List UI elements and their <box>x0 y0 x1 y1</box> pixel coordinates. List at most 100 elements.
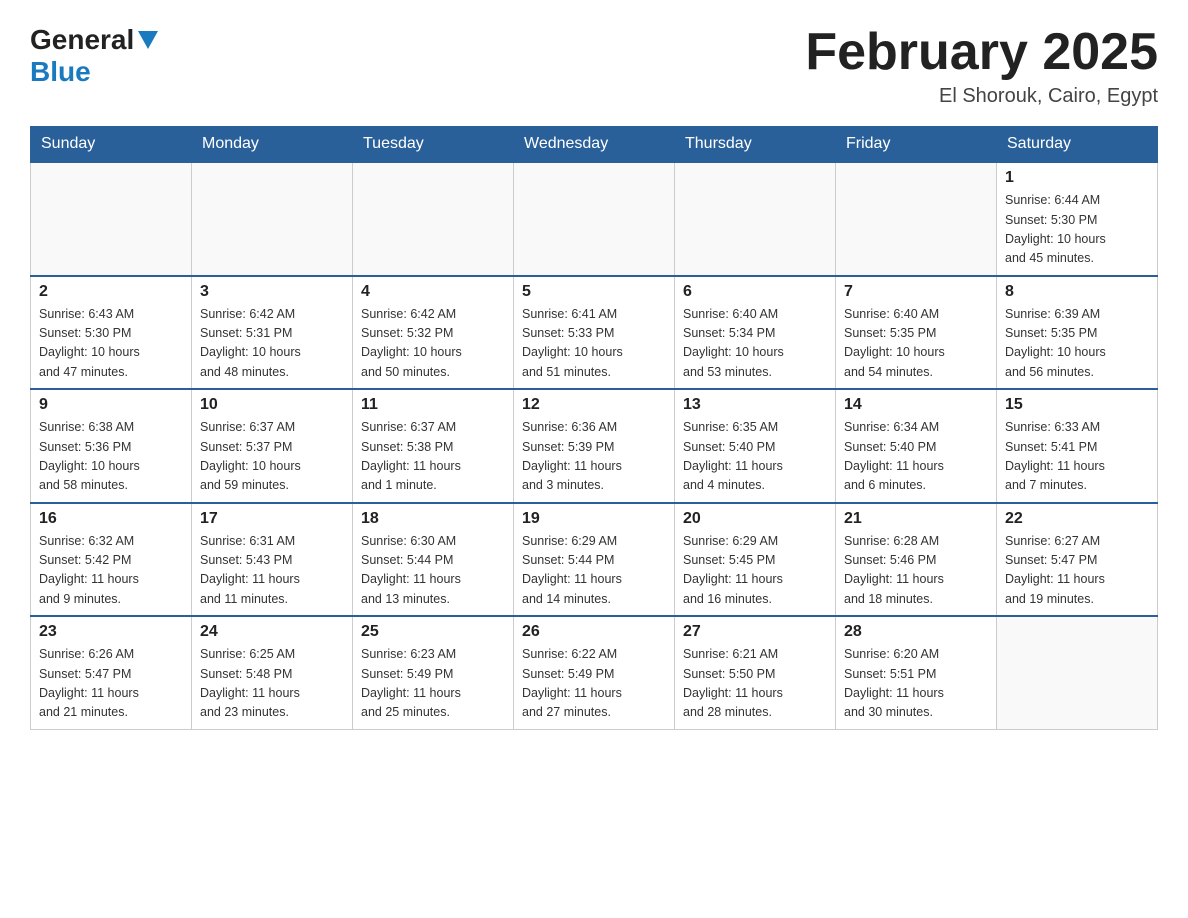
weekday-header-thursday: Thursday <box>675 127 836 163</box>
day-info: Sunrise: 6:35 AM Sunset: 5:40 PM Dayligh… <box>683 418 827 496</box>
calendar-cell <box>675 162 836 276</box>
day-info: Sunrise: 6:39 AM Sunset: 5:35 PM Dayligh… <box>1005 305 1149 383</box>
day-info: Sunrise: 6:40 AM Sunset: 5:34 PM Dayligh… <box>683 305 827 383</box>
calendar-cell: 21 Sunrise: 6:28 AM Sunset: 5:46 PM Dayli… <box>836 503 997 617</box>
calendar-table: SundayMondayTuesdayWednesdayThursdayFrid… <box>30 126 1158 730</box>
calendar-cell <box>192 162 353 276</box>
day-info: Sunrise: 6:32 AM Sunset: 5:42 PM Dayligh… <box>39 532 183 610</box>
calendar-cell: 19 Sunrise: 6:29 AM Sunset: 5:44 PM Dayli… <box>514 503 675 617</box>
calendar-cell: 17 Sunrise: 6:31 AM Sunset: 5:43 PM Dayli… <box>192 503 353 617</box>
weekday-header-wednesday: Wednesday <box>514 127 675 163</box>
day-number: 15 <box>1005 396 1149 414</box>
day-info: Sunrise: 6:34 AM Sunset: 5:40 PM Dayligh… <box>844 418 988 496</box>
calendar-cell: 5 Sunrise: 6:41 AM Sunset: 5:33 PM Daylig… <box>514 276 675 390</box>
calendar-cell <box>514 162 675 276</box>
day-number: 19 <box>522 510 666 528</box>
day-info: Sunrise: 6:28 AM Sunset: 5:46 PM Dayligh… <box>844 532 988 610</box>
calendar-cell: 11Sunrise: 6:37 AM Sunset: 5:38 PM Dayli… <box>353 389 514 503</box>
day-number: 6 <box>683 283 827 301</box>
logo-arrow-icon <box>138 31 158 49</box>
calendar-cell: 28 Sunrise: 6:20 AM Sunset: 5:51 PM Dayli… <box>836 616 997 729</box>
day-number: 3 <box>200 283 344 301</box>
day-number: 25 <box>361 623 505 641</box>
day-number: 8 <box>1005 283 1149 301</box>
calendar-cell <box>353 162 514 276</box>
day-number: 26 <box>522 623 666 641</box>
calendar-cell: 2 Sunrise: 6:43 AM Sunset: 5:30 PM Daylig… <box>31 276 192 390</box>
day-info: Sunrise: 6:36 AM Sunset: 5:39 PM Dayligh… <box>522 418 666 496</box>
weekday-header-friday: Friday <box>836 127 997 163</box>
calendar-cell: 25Sunrise: 6:23 AM Sunset: 5:49 PM Dayli… <box>353 616 514 729</box>
calendar-cell: 22 Sunrise: 6:27 AM Sunset: 5:47 PM Dayli… <box>997 503 1158 617</box>
day-info: Sunrise: 6:27 AM Sunset: 5:47 PM Dayligh… <box>1005 532 1149 610</box>
weekday-header-row: SundayMondayTuesdayWednesdayThursdayFrid… <box>31 127 1158 163</box>
calendar-cell: 7 Sunrise: 6:40 AM Sunset: 5:35 PM Daylig… <box>836 276 997 390</box>
calendar-cell: 15Sunrise: 6:33 AM Sunset: 5:41 PM Dayli… <box>997 389 1158 503</box>
weekday-header-tuesday: Tuesday <box>353 127 514 163</box>
calendar-week-row: 2 Sunrise: 6:43 AM Sunset: 5:30 PM Daylig… <box>31 276 1158 390</box>
calendar-cell: 13Sunrise: 6:35 AM Sunset: 5:40 PM Dayli… <box>675 389 836 503</box>
calendar-cell: 26 Sunrise: 6:22 AM Sunset: 5:49 PM Dayli… <box>514 616 675 729</box>
day-number: 18 <box>361 510 505 528</box>
calendar-cell: 12 Sunrise: 6:36 AM Sunset: 5:39 PM Dayli… <box>514 389 675 503</box>
calendar-week-row: 1 Sunrise: 6:44 AM Sunset: 5:30 PM Daylig… <box>31 162 1158 276</box>
logo-general: General <box>30 24 134 56</box>
day-number: 5 <box>522 283 666 301</box>
day-number: 23 <box>39 623 183 641</box>
calendar-week-row: 23 Sunrise: 6:26 AM Sunset: 5:47 PM Dayli… <box>31 616 1158 729</box>
weekday-header-sunday: Sunday <box>31 127 192 163</box>
day-number: 7 <box>844 283 988 301</box>
day-info: Sunrise: 6:26 AM Sunset: 5:47 PM Dayligh… <box>39 645 183 723</box>
day-info: Sunrise: 6:41 AM Sunset: 5:33 PM Dayligh… <box>522 305 666 383</box>
logo-blue: Blue <box>30 56 91 87</box>
calendar-cell: 20 Sunrise: 6:29 AM Sunset: 5:45 PM Dayli… <box>675 503 836 617</box>
day-info: Sunrise: 6:31 AM Sunset: 5:43 PM Dayligh… <box>200 532 344 610</box>
calendar-cell: 1 Sunrise: 6:44 AM Sunset: 5:30 PM Daylig… <box>997 162 1158 276</box>
calendar-cell: 24 Sunrise: 6:25 AM Sunset: 5:48 PM Dayli… <box>192 616 353 729</box>
title-section: February 2025 El Shorouk, Cairo, Egypt <box>805 24 1158 108</box>
day-number: 21 <box>844 510 988 528</box>
calendar-cell: 10 Sunrise: 6:37 AM Sunset: 5:37 PM Dayli… <box>192 389 353 503</box>
calendar-header: SundayMondayTuesdayWednesdayThursdayFrid… <box>31 127 1158 163</box>
day-info: Sunrise: 6:20 AM Sunset: 5:51 PM Dayligh… <box>844 645 988 723</box>
day-info: Sunrise: 6:40 AM Sunset: 5:35 PM Dayligh… <box>844 305 988 383</box>
calendar-subtitle: El Shorouk, Cairo, Egypt <box>805 85 1158 108</box>
calendar-cell: 27Sunrise: 6:21 AM Sunset: 5:50 PM Dayli… <box>675 616 836 729</box>
calendar-cell <box>997 616 1158 729</box>
day-number: 14 <box>844 396 988 414</box>
day-number: 11 <box>361 396 505 414</box>
calendar-cell <box>31 162 192 276</box>
day-number: 1 <box>1005 169 1149 187</box>
day-info: Sunrise: 6:30 AM Sunset: 5:44 PM Dayligh… <box>361 532 505 610</box>
day-number: 2 <box>39 283 183 301</box>
day-info: Sunrise: 6:21 AM Sunset: 5:50 PM Dayligh… <box>683 645 827 723</box>
day-number: 17 <box>200 510 344 528</box>
day-info: Sunrise: 6:44 AM Sunset: 5:30 PM Dayligh… <box>1005 191 1149 269</box>
weekday-header-saturday: Saturday <box>997 127 1158 163</box>
calendar-week-row: 9Sunrise: 6:38 AM Sunset: 5:36 PM Daylig… <box>31 389 1158 503</box>
day-info: Sunrise: 6:25 AM Sunset: 5:48 PM Dayligh… <box>200 645 344 723</box>
day-number: 22 <box>1005 510 1149 528</box>
calendar-cell: 9Sunrise: 6:38 AM Sunset: 5:36 PM Daylig… <box>31 389 192 503</box>
calendar-cell: 14 Sunrise: 6:34 AM Sunset: 5:40 PM Dayli… <box>836 389 997 503</box>
weekday-header-monday: Monday <box>192 127 353 163</box>
day-info: Sunrise: 6:22 AM Sunset: 5:49 PM Dayligh… <box>522 645 666 723</box>
day-number: 4 <box>361 283 505 301</box>
calendar-cell: 18 Sunrise: 6:30 AM Sunset: 5:44 PM Dayli… <box>353 503 514 617</box>
day-info: Sunrise: 6:29 AM Sunset: 5:44 PM Dayligh… <box>522 532 666 610</box>
calendar-body: 1 Sunrise: 6:44 AM Sunset: 5:30 PM Daylig… <box>31 162 1158 729</box>
day-number: 28 <box>844 623 988 641</box>
day-info: Sunrise: 6:37 AM Sunset: 5:37 PM Dayligh… <box>200 418 344 496</box>
calendar-week-row: 16Sunrise: 6:32 AM Sunset: 5:42 PM Dayli… <box>31 503 1158 617</box>
calendar-cell: 6 Sunrise: 6:40 AM Sunset: 5:34 PM Daylig… <box>675 276 836 390</box>
calendar-cell: 3Sunrise: 6:42 AM Sunset: 5:31 PM Daylig… <box>192 276 353 390</box>
calendar-cell: 23 Sunrise: 6:26 AM Sunset: 5:47 PM Dayli… <box>31 616 192 729</box>
day-number: 12 <box>522 396 666 414</box>
day-info: Sunrise: 6:29 AM Sunset: 5:45 PM Dayligh… <box>683 532 827 610</box>
day-number: 24 <box>200 623 344 641</box>
day-number: 20 <box>683 510 827 528</box>
day-info: Sunrise: 6:43 AM Sunset: 5:30 PM Dayligh… <box>39 305 183 383</box>
day-number: 10 <box>200 396 344 414</box>
page-header: General Blue February 2025 El Shorouk, C… <box>30 24 1158 108</box>
calendar-title: February 2025 <box>805 24 1158 81</box>
